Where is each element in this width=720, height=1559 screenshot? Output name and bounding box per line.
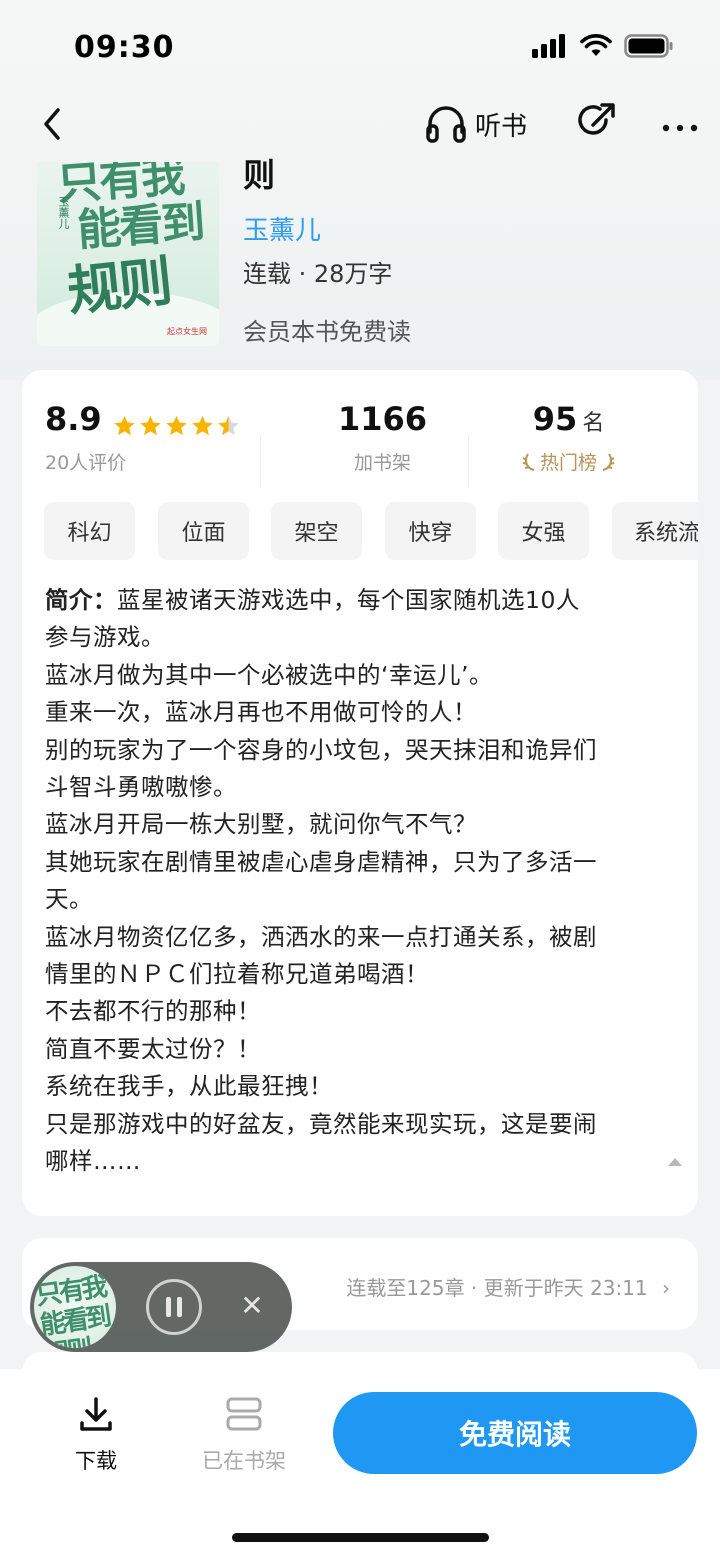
rating-count: 20人评价 xyxy=(45,452,127,474)
book-meta: 连载 · 28万字 xyxy=(243,260,393,288)
back-icon[interactable] xyxy=(36,102,72,146)
listen-label: 听书 xyxy=(475,111,528,142)
intro-line: 简介：蓝星被诸天游戏选中，每个国家随机选10人 xyxy=(45,582,681,619)
intro-line: 系统在我手，从此最狂拽！ xyxy=(45,1072,333,1101)
tag-item[interactable]: 架空 xyxy=(271,502,362,560)
vip-note: 会员本书免费读 xyxy=(243,318,411,346)
status-icons xyxy=(532,34,674,58)
wifi-icon xyxy=(580,34,612,56)
rank-label: 热门榜 xyxy=(540,452,598,474)
shelf-label: 加书架 xyxy=(354,452,412,474)
intro-line: 其她玩家在剧情里被虐心虐身虐精神，只为了多活一 xyxy=(45,847,597,876)
audio-mini-player[interactable]: 只有我能看到规则 ✕ xyxy=(30,1262,292,1352)
chapter-update-text: 连载至125章 · 更新于昨天 23:11 xyxy=(346,1276,648,1300)
chapter-update-row: 连载至125章 · 更新于昨天 23:11 › xyxy=(346,1272,670,1301)
bottom-action-bar: 下载 已在书架 免费阅读 xyxy=(0,1369,720,1559)
intro-line: 蓝冰月开局一栋大别墅，就问你气不气？ xyxy=(45,810,477,839)
intro-line: 不去都不行的那种！ xyxy=(45,997,261,1026)
star-icon xyxy=(218,415,239,436)
battery-icon xyxy=(624,34,673,58)
intro-line: 情里的ＮＰＣ们拉着称兄道弟喝酒！ xyxy=(45,960,429,989)
chevron-right-icon: › xyxy=(662,1276,670,1300)
intro-line: 哪样…… xyxy=(45,1147,141,1176)
stat-divider xyxy=(260,436,261,486)
star-icon xyxy=(192,415,213,436)
intro-line: 天。 xyxy=(45,885,93,914)
rank-unit: 名 xyxy=(582,411,605,436)
listen-button[interactable]: 听书 xyxy=(425,102,527,146)
laurel-left-icon xyxy=(522,452,535,471)
intro-line: 斗智斗勇嗷嗷惨。 xyxy=(45,773,237,802)
share-icon[interactable] xyxy=(576,100,618,144)
book-info: 则 玉薰儿 连载 · 28万字 会员本书免费读 xyxy=(243,150,411,347)
cover-title-line-3: 规则 xyxy=(64,248,173,324)
free-read-button[interactable]: 免费阅读 xyxy=(333,1392,697,1474)
navigation-bar: 听书 xyxy=(0,96,720,156)
more-icon[interactable] xyxy=(660,102,700,146)
collapse-icon[interactable] xyxy=(666,1156,684,1168)
player-cover[interactable]: 只有我能看到规则 xyxy=(34,1266,116,1348)
pause-button[interactable] xyxy=(146,1279,202,1335)
tag-list: 科幻 位面 架空 快穿 女强 系统流 xyxy=(44,502,698,560)
bookshelf-icon xyxy=(226,1397,262,1431)
download-label: 下载 xyxy=(75,1449,117,1473)
laurel-right-icon xyxy=(602,452,615,471)
intro-line: 蓝冰月做为其中一个必被选中的‘幸运儿’。 xyxy=(45,660,493,689)
intro-text: 蓝星被诸天游戏选中，每个国家随机选10人 xyxy=(117,586,580,614)
shelf-button-label: 已在书架 xyxy=(202,1449,286,1473)
rating-stat[interactable]: 8.9 20人评价 xyxy=(45,400,240,475)
status-time: 09:30 xyxy=(74,30,175,65)
rating-value: 8.9 xyxy=(45,400,102,438)
book-cover[interactable]: 只有我 能看到 规则 玉薰儿 起点女生网 xyxy=(37,162,219,346)
tag-item[interactable]: 位面 xyxy=(158,502,249,560)
detail-card: 8.9 20人评价 1166 加书架 95 名 热门榜 科幻 位面 架空 快穿 … xyxy=(22,370,698,1216)
intro-line: 只是那游戏中的好盆友，竟然能来现实玩，这是要闹 xyxy=(45,1109,597,1138)
rank-label-row: 热门榜 xyxy=(522,448,615,475)
stats-row: 8.9 20人评价 1166 加书架 95 名 热门榜 xyxy=(22,400,698,486)
intro-line: 重来一次，蓝冰月再也不用做可怜的人！ xyxy=(45,698,477,727)
stat-divider xyxy=(468,436,469,486)
status-bar: 09:30 xyxy=(0,0,720,96)
star-icon xyxy=(114,415,135,436)
rank-stat[interactable]: 95 名 热门榜 xyxy=(522,400,615,475)
star-icon xyxy=(140,415,161,436)
shelf-stat: 1166 加书架 xyxy=(338,400,427,475)
intro-label: 简介： xyxy=(45,586,117,614)
tag-item[interactable]: 系统流 xyxy=(612,502,698,560)
tag-item[interactable]: 女强 xyxy=(498,502,589,560)
cover-author: 玉薰儿 xyxy=(57,196,70,229)
star-icon xyxy=(166,415,187,436)
download-icon xyxy=(80,1397,112,1431)
player-cover-text: 只有我能看到规则 xyxy=(34,1272,111,1348)
intro-line: 蓝冰月物资亿亿多，洒洒水的来一点打通关系，被剧 xyxy=(45,922,597,951)
book-title: 则 xyxy=(243,156,276,194)
intro-line: 参与游戏。 xyxy=(45,623,165,652)
close-player-button[interactable]: ✕ xyxy=(234,1288,270,1324)
rating-stars xyxy=(113,414,240,437)
headphones-icon xyxy=(426,106,466,143)
tag-item[interactable]: 科幻 xyxy=(44,502,135,560)
intro-line: 简直不要太过份？！ xyxy=(45,1034,261,1063)
shelf-count: 1166 xyxy=(338,400,428,438)
home-indicator xyxy=(232,1533,489,1542)
shelf-button[interactable]: 已在书架 xyxy=(196,1395,292,1475)
book-intro[interactable]: 简介：蓝星被诸天游戏选中，每个国家随机选10人参与游戏。蓝冰月做为其中一个必被选… xyxy=(45,582,681,1181)
cover-publisher: 起点女生网 xyxy=(167,327,207,336)
intro-line: 别的玩家为了一个容身的小坟包，哭天抹泪和诡异们 xyxy=(45,735,597,764)
signal-icon xyxy=(532,34,565,58)
book-author-link[interactable]: 玉薰儿 xyxy=(243,210,411,250)
download-button[interactable]: 下载 xyxy=(64,1395,128,1475)
tag-item[interactable]: 快穿 xyxy=(385,502,476,560)
rank-value: 95 xyxy=(532,400,578,438)
